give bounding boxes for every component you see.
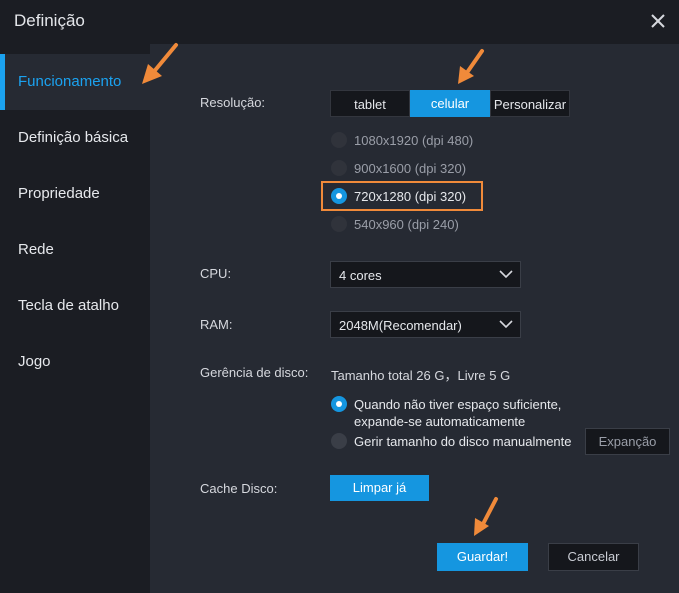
tab-personalizar[interactable]: Personalizar: [490, 90, 570, 117]
sidebar-item-funcionamento[interactable]: Funcionamento: [0, 54, 150, 110]
chevron-down-icon: [499, 320, 513, 329]
radio-button: [331, 433, 347, 449]
annotation-arrow-icon: [142, 43, 178, 84]
cpu-label: CPU:: [200, 266, 232, 281]
annotation-arrow-icon: [458, 49, 484, 84]
sidebar-item-label: Funcionamento: [18, 73, 122, 90]
sidebar-item-label: Propriedade: [18, 185, 100, 202]
radio-button-selected: [331, 396, 347, 412]
sidebar: Funcionamento Definição básica Proprieda…: [0, 44, 150, 593]
sidebar-item-label: Rede: [18, 241, 54, 258]
ram-label: RAM:: [200, 317, 233, 332]
title-bar: Definição: [0, 0, 679, 44]
sidebar-item-label: Definição básica: [18, 129, 129, 146]
annotation-arrow-icon: [474, 497, 498, 536]
chevron-down-icon: [499, 270, 513, 279]
clear-cache-button[interactable]: Limpar já: [330, 475, 429, 501]
ram-select[interactable]: 2048M(Recomendar): [330, 311, 521, 338]
cpu-select[interactable]: 4 cores: [330, 261, 521, 288]
ram-value: 2048M(Recomendar): [339, 318, 462, 333]
tab-celular[interactable]: celular: [410, 90, 490, 117]
resolution-label: Resolução:: [200, 95, 266, 110]
cpu-value: 4 cores: [339, 268, 382, 283]
sidebar-item-rede[interactable]: Rede: [0, 222, 150, 278]
disk-label: Gerência de disco:: [200, 365, 309, 380]
disk-info: Tamanho total 26 G，Livre 5 G: [331, 368, 511, 383]
radio-button-selected: [331, 188, 347, 204]
sidebar-item-tecla-de-atalho[interactable]: Tecla de atalho: [0, 278, 150, 334]
cache-label: Cache Disco:: [200, 481, 278, 496]
sidebar-item-label: Jogo: [18, 353, 51, 370]
sidebar-item-definicao-basica[interactable]: Definição básica: [0, 110, 150, 166]
save-button[interactable]: Guardar!: [437, 543, 528, 571]
tab-tablet[interactable]: tablet: [330, 90, 410, 117]
window-title: Definição: [14, 11, 85, 30]
sidebar-item-label: Tecla de atalho: [18, 297, 119, 314]
expand-button[interactable]: Expanção: [585, 428, 670, 455]
sidebar-item-jogo[interactable]: Jogo: [0, 334, 150, 390]
radio-button: [331, 132, 347, 148]
close-button[interactable]: [645, 8, 671, 34]
cancel-button[interactable]: Cancelar: [548, 543, 639, 571]
radio-button: [331, 160, 347, 176]
sidebar-item-propriedade[interactable]: Propriedade: [0, 166, 150, 222]
close-icon: [651, 14, 665, 28]
radio-button: [331, 216, 347, 232]
